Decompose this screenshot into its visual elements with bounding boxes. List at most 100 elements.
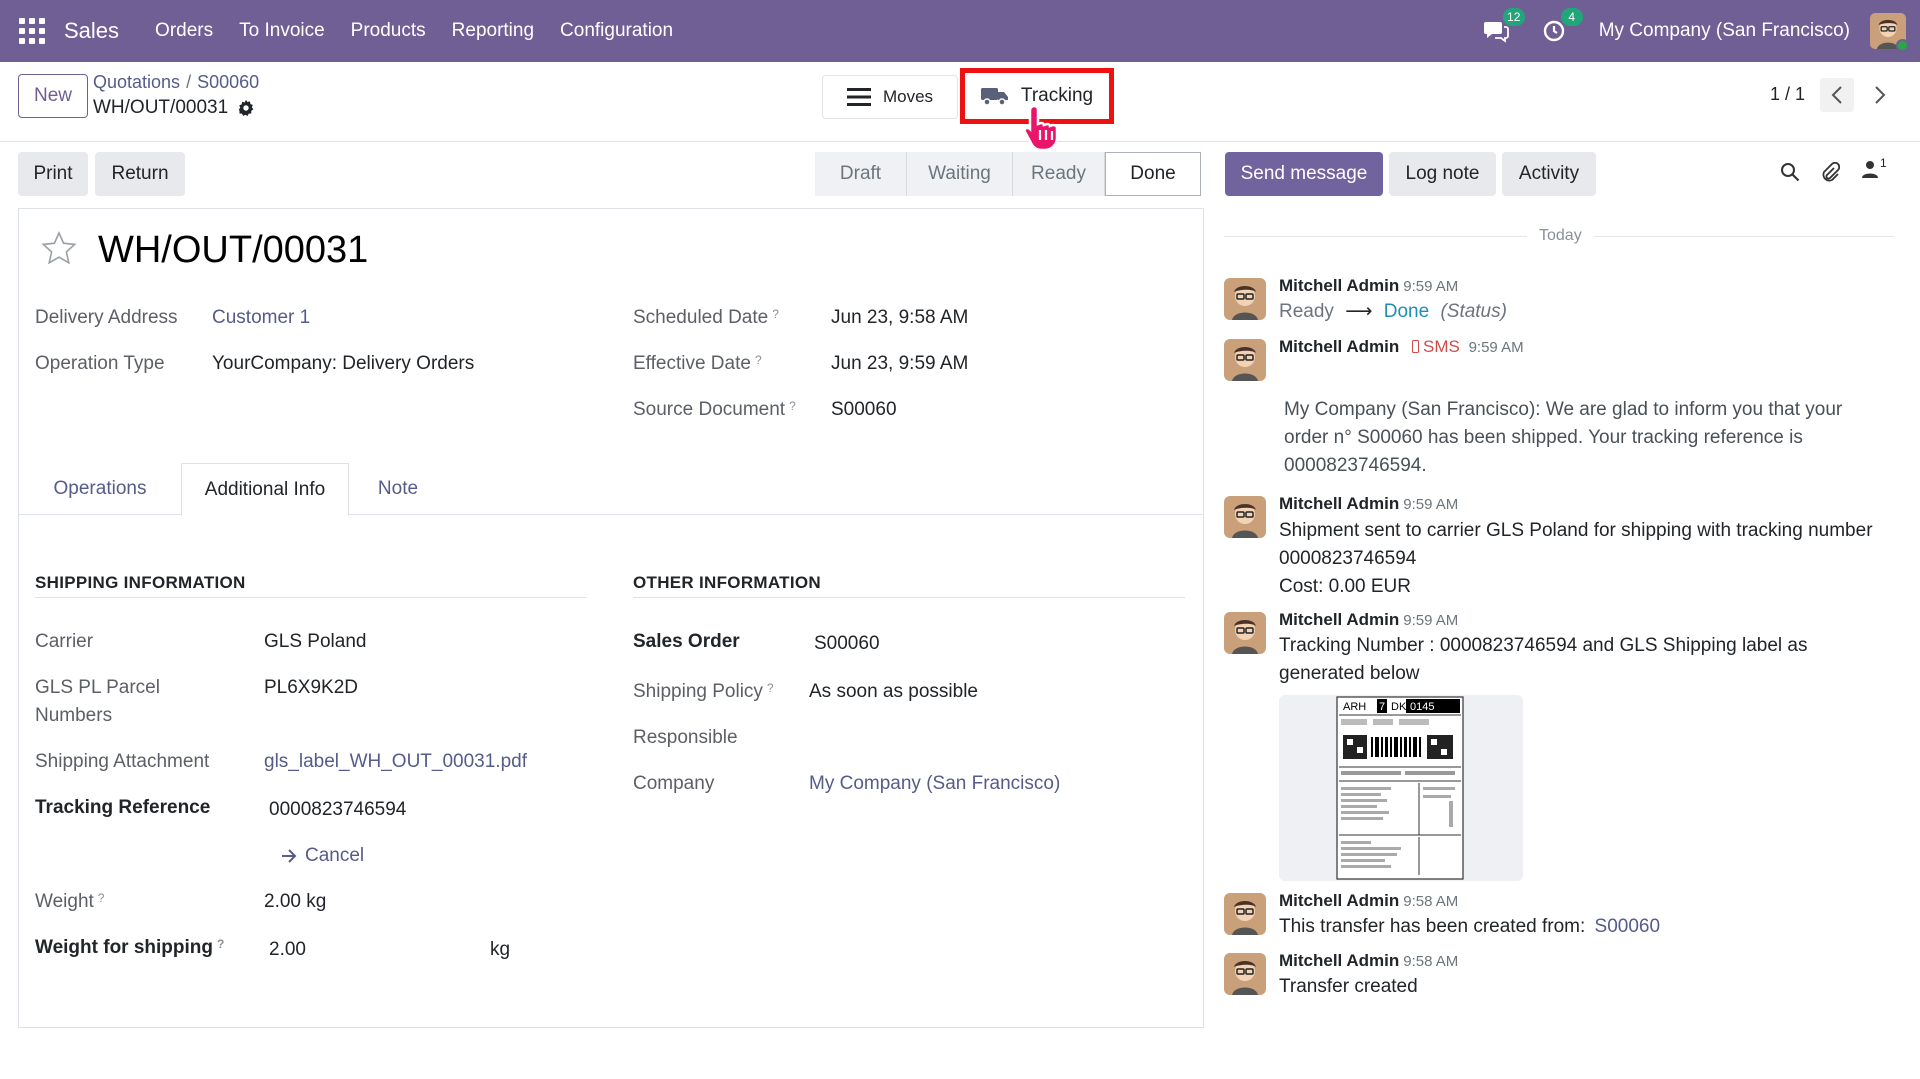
new-button[interactable]: New [18,74,88,118]
form-sheet: WH/OUT/00031 Delivery Address Customer 1… [18,208,1204,1028]
avatar[interactable] [1224,953,1266,995]
sales-order-value[interactable]: S00060 [814,633,880,655]
message-body: Shipment sent to carrier GLS Poland for … [1279,520,1873,597]
tab-additional-info[interactable]: Additional Info [181,463,349,516]
weight-label: Weight? [35,891,105,912]
message-author[interactable]: Mitchell Admin 9:58 AM [1279,951,1458,971]
pager-next-button[interactable] [1863,78,1897,112]
messages-icon[interactable]: 12 [1483,8,1525,44]
pager-previous-button[interactable] [1820,78,1854,112]
arrow-right-icon [281,849,297,863]
message-body: This transfer has been created from: S00… [1279,916,1661,937]
app-name[interactable]: Sales [64,18,119,44]
moves-label: Moves [882,87,934,106]
stage-draft[interactable]: Draft [815,152,907,196]
chatter: Today Mitchell Admin 9:59 AM Ready ⟶ Done… [1224,208,1920,1079]
cancel-tracking-button[interactable]: Cancel [281,845,364,867]
shipping-policy-label: Shipping Policy? [633,681,774,702]
help-icon[interactable]: ? [767,681,774,695]
order-link[interactable]: S00060 [1595,916,1661,937]
message-time: 9:58 AM [1403,953,1459,970]
help-icon[interactable]: ? [217,937,224,951]
gear-icon[interactable] [237,99,255,117]
form-tabs: Operations Additional Info Note [19,463,1203,516]
responsible-field[interactable] [809,727,1109,751]
log-note-button[interactable]: Log note [1389,152,1496,196]
message-author[interactable]: Mitchell Admin 9:59 AM [1279,276,1458,296]
avatar[interactable] [1224,278,1266,320]
breadcrumb-order[interactable]: S00060 [197,72,259,92]
svg-text:DK: DK [1391,701,1407,713]
avatar[interactable] [1224,893,1266,935]
shipping-attachment-link[interactable]: gls_label_WH_OUT_00031.pdf [264,751,527,773]
effective-date-value: Jun 23, 9:59 AM [831,353,969,374]
tracking-value-change: Ready ⟶ Done (Status) [1279,298,1507,326]
sms-tag: SMS [1412,337,1460,356]
message-time: 9:59 AM [1403,278,1459,295]
followers-count: 1 [1880,156,1887,170]
message-body: Transfer created [1279,976,1418,997]
help-icon[interactable]: ? [755,353,762,367]
message-time: 9:59 AM [1403,612,1459,629]
stage-waiting[interactable]: Waiting [907,152,1013,196]
avatar[interactable] [1224,496,1266,538]
company-value[interactable]: My Company (San Francisco) [809,773,1060,795]
record-name: WH/OUT/00031 [93,97,229,118]
print-button[interactable]: Print [18,152,88,196]
stage-done[interactable]: Done [1105,152,1201,196]
shipping-label-image: ARH 7 DK 0145 [1336,696,1464,880]
weight-value: 2.00 kg [264,891,327,912]
source-document-value[interactable]: S00060 [831,399,897,421]
menu-configuration[interactable]: Configuration [560,20,673,42]
section-divider [633,597,1185,598]
shipping-policy-value[interactable]: As soon as possible [809,681,978,703]
menu-products[interactable]: Products [351,20,426,42]
activities-icon[interactable]: 4 [1541,8,1583,44]
tab-note[interactable]: Note [363,463,433,515]
breadcrumb-quotations[interactable]: Quotations [93,72,180,92]
user-avatar[interactable] [1870,13,1909,52]
tracking-reference-value[interactable]: 0000823746594 [269,799,406,821]
old-status: Ready [1279,301,1334,322]
message-author[interactable]: Mitchell Admin 9:59 AM [1279,610,1458,630]
carrier-value[interactable]: GLS Poland [264,631,366,653]
pager-value[interactable]: 1 / 1 [1770,84,1805,105]
parcel-numbers-value[interactable]: PL6X9K2D [264,677,358,699]
send-message-button[interactable]: Send message [1225,152,1383,196]
star-icon[interactable] [41,231,77,271]
shipping-attachment-label: Shipping Attachment [35,751,210,772]
company-switcher[interactable]: My Company (San Francisco) [1599,20,1850,42]
activity-button[interactable]: Activity [1502,152,1596,196]
svg-text:7: 7 [1379,701,1385,713]
paperclip-icon[interactable] [1820,162,1840,184]
moves-smart-button[interactable]: Moves [822,75,958,119]
sales-order-label: Sales Order [633,631,740,652]
shipping-label-attachment[interactable]: ARH 7 DK 0145 [1279,695,1523,881]
menu-to-invoice[interactable]: To Invoice [239,20,325,42]
message-author[interactable]: Mitchell Admin SMS 9:59 AM [1279,337,1524,357]
message-author[interactable]: Mitchell Admin 9:59 AM [1279,494,1458,514]
message-time: 9:59 AM [1403,496,1459,513]
message-author[interactable]: Mitchell Admin 9:58 AM [1279,891,1458,911]
help-icon[interactable]: ? [98,891,105,905]
search-icon[interactable] [1780,162,1800,182]
help-icon[interactable]: ? [772,307,779,321]
delivery-address-value[interactable]: Customer 1 [212,307,310,329]
stage-ready[interactable]: Ready [1013,152,1105,196]
source-document-label: Source Document? [633,399,796,420]
app-switcher-icon[interactable] [18,17,46,45]
weight-shipping-input[interactable]: 2.00 [269,939,306,961]
menu-reporting[interactable]: Reporting [452,20,534,42]
avatar[interactable] [1224,339,1266,381]
scheduled-date-value[interactable]: Jun 23, 9:58 AM [831,307,968,329]
menu-orders[interactable]: Orders [155,20,213,42]
followers-button[interactable]: 1 [1862,156,1887,178]
sms-body: My Company (San Francisco): We are glad … [1284,399,1843,476]
new-status: Done [1383,301,1430,322]
avatar[interactable] [1224,612,1266,654]
help-icon[interactable]: ? [789,399,796,413]
operation-type-value[interactable]: YourCompany: Delivery Orders [212,353,474,375]
section-divider [35,597,587,598]
return-button[interactable]: Return [95,152,185,196]
tab-operations[interactable]: Operations [45,463,155,515]
